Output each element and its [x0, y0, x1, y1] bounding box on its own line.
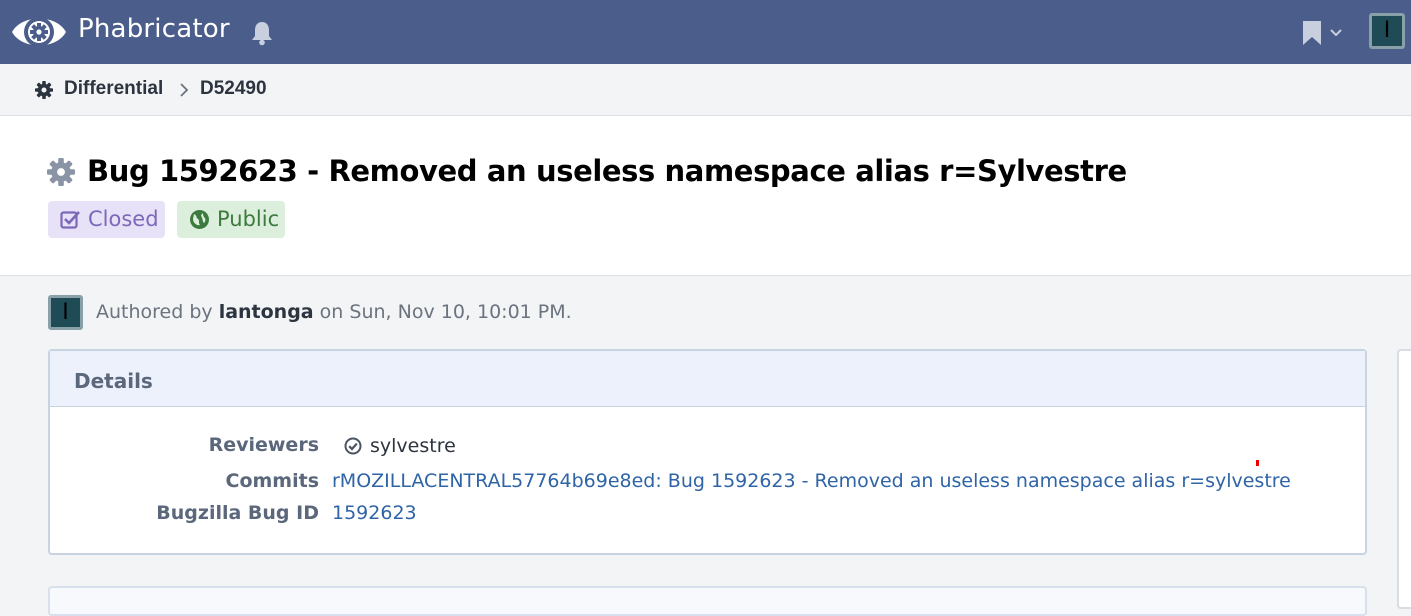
side-panel [1397, 349, 1411, 609]
reviewers-label: Reviewers [208, 434, 319, 456]
breadcrumb: Differential D52490 [0, 64, 1411, 116]
next-panel [48, 586, 1367, 616]
commit-link[interactable]: rMOZILLACENTRAL57764b69e8ed: Bug 1592623… [332, 470, 1291, 492]
bug-id-link[interactable]: 1592623 [332, 502, 417, 524]
status-badge: Closed [48, 201, 165, 238]
chevron-down-icon[interactable] [1329, 28, 1343, 38]
authored-prefix: Authored by [96, 301, 219, 323]
authored-line: Authored by lantonga on Sun, Nov 10, 10:… [96, 301, 572, 323]
breadcrumb-revision-link[interactable]: D52490 [200, 78, 267, 100]
gear-icon [35, 81, 53, 99]
commits-label: Commits [225, 470, 320, 492]
visibility-badge-label: Public [217, 207, 280, 231]
reviewer-name-link[interactable]: sylvestre [370, 435, 456, 457]
brand-name[interactable]: Phabricator [78, 14, 230, 44]
author-avatar[interactable]: I [48, 295, 83, 330]
checkbox-checked-icon [60, 211, 80, 229]
bell-icon[interactable] [249, 20, 275, 46]
bookmark-icon[interactable] [1301, 20, 1323, 46]
gear-icon [47, 158, 75, 186]
phabricator-eye-logo-icon[interactable] [10, 8, 68, 56]
details-panel: Details Reviewers sylvestre Commits rMOZ… [48, 349, 1367, 555]
details-header: Details [50, 351, 1365, 407]
revision-header: Bug 1592623 - Removed an useless namespa… [0, 116, 1411, 276]
accepted-check-icon [344, 437, 362, 455]
page-title: Bug 1592623 - Removed an useless namespa… [87, 154, 1127, 188]
breadcrumb-differential-link[interactable]: Differential [64, 78, 163, 100]
author-name-link[interactable]: lantonga [219, 301, 314, 323]
chevron-right-icon [180, 83, 189, 97]
status-badge-label: Closed [88, 207, 159, 231]
user-avatar[interactable]: I [1369, 13, 1405, 49]
red-marker [1256, 460, 1259, 466]
top-navigation-bar: Phabricator I [0, 0, 1411, 64]
bug-id-label: Bugzilla Bug ID [156, 502, 319, 524]
globe-icon [190, 210, 209, 229]
details-heading: Details [74, 369, 153, 393]
authored-date: on Sun, Nov 10, 10:01 PM. [313, 301, 572, 323]
visibility-badge: Public [177, 201, 285, 238]
